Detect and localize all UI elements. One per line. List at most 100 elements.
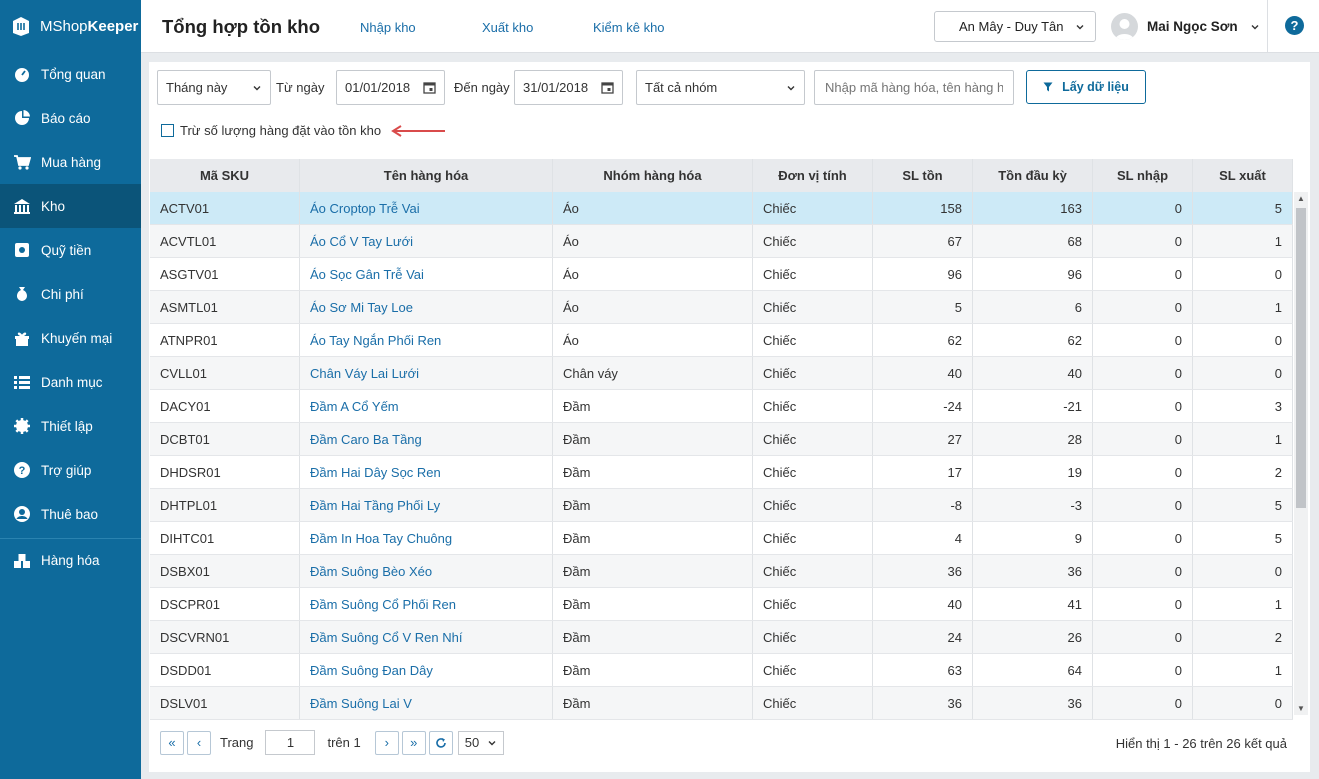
sidebar-item-user[interactable]: Thuê bao bbox=[0, 492, 141, 536]
header-sku[interactable]: Mã SKU bbox=[150, 159, 300, 192]
product-name-link[interactable]: Đầm Suông Lai V bbox=[300, 687, 553, 719]
prev-page-button[interactable]: ‹ bbox=[187, 730, 211, 755]
product-name-link[interactable]: Áo Tay Ngắn Phối Ren bbox=[300, 324, 553, 356]
next-page-button[interactable]: › bbox=[374, 730, 399, 755]
page-input[interactable]: 1 bbox=[265, 730, 316, 755]
product-name-link[interactable]: Đầm A Cổ Yếm bbox=[300, 390, 553, 422]
product-name-link[interactable]: Đầm Caro Ba Tầng bbox=[300, 423, 553, 455]
refresh-button[interactable] bbox=[428, 730, 453, 755]
calendar-icon[interactable] bbox=[423, 81, 436, 94]
sidebar-item-cart[interactable]: Mua hàng bbox=[0, 140, 141, 184]
opening-cell: -21 bbox=[973, 390, 1093, 422]
header-out[interactable]: SL xuất bbox=[1193, 159, 1293, 192]
sidebar-item-pie-chart[interactable]: Báo cáo bbox=[0, 96, 141, 140]
header-in[interactable]: SL nhập bbox=[1093, 159, 1193, 192]
in-cell: 0 bbox=[1093, 423, 1193, 455]
sidebar-item-dashboard[interactable]: Tổng quan bbox=[0, 52, 141, 96]
product-name-link[interactable]: Áo Sơ Mi Tay Loe bbox=[300, 291, 553, 323]
sidebar-item-cubes[interactable]: Hàng hóa bbox=[0, 538, 141, 582]
app-logo[interactable]: MShop Keeper bbox=[0, 0, 141, 52]
product-name-link[interactable]: Áo Sọc Gân Trễ Vai bbox=[300, 258, 553, 290]
period-select[interactable]: Tháng này bbox=[157, 70, 271, 105]
table-row[interactable]: DHTPL01 Đầm Hai Tầng Phối Ly Đầm Chiếc -8 -3 0… bbox=[150, 489, 1293, 522]
table-row[interactable]: DACY01 Đầm A Cổ Yếm Đầm Chiếc -24 -21 0 3 bbox=[150, 390, 1293, 423]
scroll-down-icon[interactable]: ▼ bbox=[1297, 704, 1305, 713]
table-row[interactable]: ASGTV01 Áo Sọc Gân Trễ Vai Áo Chiếc 96 96 0 0 bbox=[150, 258, 1293, 291]
table-row[interactable]: ACVTL01 Áo Cổ V Tay Lưới Áo Chiếc 67 68 0 1 bbox=[150, 225, 1293, 258]
header-group[interactable]: Nhóm hàng hóa bbox=[553, 159, 753, 192]
sidebar-item-money-bag[interactable]: Chi phí bbox=[0, 272, 141, 316]
opening-cell: 62 bbox=[973, 324, 1093, 356]
table-row[interactable]: DHDSR01 Đầm Hai Dây Sọc Ren Đầm Chiếc 17 19 0 2 bbox=[150, 456, 1293, 489]
sidebar-item-safe[interactable]: Quỹ tiền bbox=[0, 228, 141, 272]
product-name-link[interactable]: Đầm Suông Cổ Phối Ren bbox=[300, 588, 553, 620]
sidebar-item-help[interactable]: ? Trợ giúp bbox=[0, 448, 141, 492]
header-unit[interactable]: Đơn vị tính bbox=[753, 159, 873, 192]
product-name-link[interactable]: Đầm Hai Dây Sọc Ren bbox=[300, 456, 553, 488]
table-row[interactable]: DSBX01 Đầm Suông Bèo Xéo Đầm Chiếc 36 36 0 0 bbox=[150, 555, 1293, 588]
store-select[interactable]: An Mây - Duy Tân bbox=[934, 11, 1096, 42]
table-row[interactable]: DCBT01 Đầm Caro Ba Tầng Đầm Chiếc 27 28 0 1 bbox=[150, 423, 1293, 456]
tab-xuat-kho[interactable]: Xuất kho bbox=[482, 20, 533, 35]
table-row[interactable]: DSLV01 Đầm Suông Lai V Đầm Chiếc 36 36 0 0 bbox=[150, 687, 1293, 720]
table-row[interactable]: ATNPR01 Áo Tay Ngắn Phối Ren Áo Chiếc 62 62 0 0 bbox=[150, 324, 1293, 357]
sidebar-item-warehouse[interactable]: Kho bbox=[0, 184, 141, 228]
first-page-button[interactable]: « bbox=[160, 730, 184, 755]
header-divider bbox=[1267, 0, 1268, 53]
header-qty[interactable]: SL tồn bbox=[873, 159, 973, 192]
from-date-input[interactable]: 01/01/2018 bbox=[336, 70, 445, 105]
group-select[interactable]: Tất cả nhóm bbox=[636, 70, 805, 105]
product-name-link[interactable]: Áo Croptop Trễ Vai bbox=[300, 192, 553, 224]
in-cell: 0 bbox=[1093, 588, 1193, 620]
tab-nhap-kho[interactable]: Nhập kho bbox=[360, 20, 416, 35]
scroll-up-icon[interactable]: ▲ bbox=[1297, 194, 1305, 203]
table-row[interactable]: DIHTC01 Đầm In Hoa Tay Chuông Đầm Chiếc 4 9 0 5 bbox=[150, 522, 1293, 555]
unit-cell: Chiếc bbox=[753, 555, 873, 587]
opening-cell: 68 bbox=[973, 225, 1093, 257]
in-cell: 0 bbox=[1093, 522, 1193, 554]
page-label: Trang bbox=[220, 735, 254, 750]
get-data-button[interactable]: Lấy dữ liệu bbox=[1026, 70, 1146, 104]
table-scrollbar[interactable]: ▲ ▼ bbox=[1294, 192, 1308, 715]
table-row[interactable]: ACTV01 Áo Croptop Trễ Vai Áo Chiếc 158 163 0 5 bbox=[150, 192, 1293, 225]
header-name[interactable]: Tên hàng hóa bbox=[300, 159, 553, 192]
product-name-link[interactable]: Đầm Suông Cổ V Ren Nhí bbox=[300, 621, 553, 653]
header-opening[interactable]: Tồn đầu kỳ bbox=[973, 159, 1093, 192]
table-row[interactable]: CVLL01 Chân Váy Lai Lưới Chân váy Chiếc 40 40… bbox=[150, 357, 1293, 390]
period-value: Tháng này bbox=[166, 80, 228, 95]
table-row[interactable]: DSDD01 Đầm Suông Đan Dây Đầm Chiếc 63 64 0 1 bbox=[150, 654, 1293, 687]
from-date-label: Từ ngày bbox=[276, 80, 325, 95]
product-name-link[interactable]: Đầm Suông Bèo Xéo bbox=[300, 555, 553, 587]
product-name-link[interactable]: Áo Cổ V Tay Lưới bbox=[300, 225, 553, 257]
table-row[interactable]: DSCVRN01 Đầm Suông Cổ V Ren Nhí Đầm Chiếc 24… bbox=[150, 621, 1293, 654]
table-row[interactable]: ASMTL01 Áo Sơ Mi Tay Loe Áo Chiếc 5 6 0 1 bbox=[150, 291, 1293, 324]
last-page-button[interactable]: » bbox=[401, 730, 426, 755]
product-name-link[interactable]: Đầm In Hoa Tay Chuông bbox=[300, 522, 553, 554]
product-name-link[interactable]: Chân Váy Lai Lưới bbox=[300, 357, 553, 389]
reserved-qty-checkbox-row[interactable]: Trừ số lượng hàng đặt vào tồn kho bbox=[161, 123, 447, 138]
qty-cell: 62 bbox=[873, 324, 973, 356]
table-header: Mã SKU Tên hàng hóa Nhóm hàng hóa Đơn vị tí… bbox=[150, 159, 1293, 192]
sidebar-item-list[interactable]: Danh mục bbox=[0, 360, 141, 404]
qty-cell: 40 bbox=[873, 588, 973, 620]
store-select-value: An Mây - Duy Tân bbox=[959, 19, 1064, 34]
search-input[interactable] bbox=[814, 70, 1014, 105]
to-date-input[interactable]: 31/01/2018 bbox=[514, 70, 623, 105]
sidebar-item-gift[interactable]: Khuyến mại bbox=[0, 316, 141, 360]
tab-kiem-ke-kho[interactable]: Kiểm kê kho bbox=[593, 20, 665, 35]
sidebar-item-label: Kho bbox=[41, 198, 66, 214]
sidebar-item-gear[interactable]: Thiết lập bbox=[0, 404, 141, 448]
product-name-link[interactable]: Đầm Hai Tầng Phối Ly bbox=[300, 489, 553, 521]
product-name-link[interactable]: Đầm Suông Đan Dây bbox=[300, 654, 553, 686]
reserved-qty-checkbox[interactable] bbox=[161, 124, 174, 137]
help-icon[interactable]: ? bbox=[1285, 16, 1304, 35]
calendar-icon[interactable] bbox=[601, 81, 614, 94]
scroll-thumb[interactable] bbox=[1296, 208, 1306, 508]
user-menu[interactable]: Mai Ngọc Sơn bbox=[1111, 13, 1260, 40]
top-header: Tổng hợp tồn kho Nhập kho Xuất kho Kiểm … bbox=[141, 0, 1319, 53]
table-row[interactable]: DSCPR01 Đầm Suông Cổ Phối Ren Đầm Chiếc 40 41… bbox=[150, 588, 1293, 621]
page-size-select[interactable]: 50 bbox=[457, 730, 504, 755]
in-cell: 0 bbox=[1093, 654, 1193, 686]
group-cell: Áo bbox=[553, 258, 753, 290]
brand-bold: Keeper bbox=[87, 17, 139, 35]
